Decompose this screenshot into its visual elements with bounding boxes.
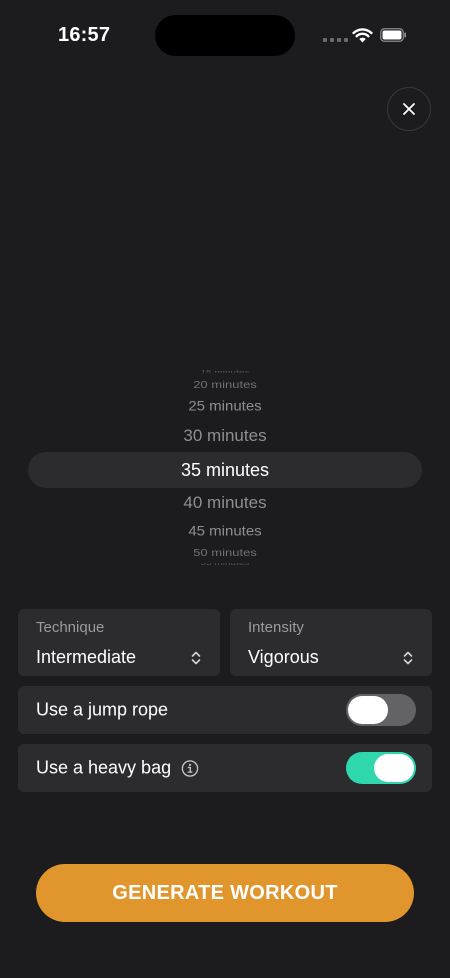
jump-rope-label-text: Use a jump rope	[36, 699, 169, 720]
wifi-icon	[352, 28, 373, 43]
info-icon[interactable]	[181, 759, 199, 777]
chevron-up-down-icon	[403, 651, 413, 665]
picker-option[interactable]: 15 minutes	[0, 369, 450, 373]
intensity-label: Intensity	[248, 619, 304, 636]
picker-option[interactable]: 45 minutes	[0, 524, 450, 541]
picker-option-selected[interactable]: 35 minutes	[0, 459, 450, 481]
status-time: 16:57	[58, 24, 111, 46]
picker-option[interactable]: 30 minutes	[0, 426, 450, 446]
heavy-bag-label: Use a heavy bag	[36, 758, 199, 779]
technique-value: Intermediate	[36, 647, 137, 667]
technique-select[interactable]: Technique Intermediate	[18, 609, 220, 676]
technique-label: Technique	[36, 619, 105, 636]
heavy-bag-row: Use a heavy bag	[18, 744, 432, 792]
jump-rope-label: Use a jump rope	[36, 700, 168, 721]
toggle-knob	[374, 754, 414, 782]
intensity-value: Vigorous	[248, 647, 319, 667]
generate-workout-button[interactable]: GENERATE WORKOUT	[36, 864, 414, 922]
picker-option[interactable]: 25 minutes	[0, 399, 450, 416]
intensity-select[interactable]: Intensity Vigorous	[230, 609, 432, 676]
battery-icon	[380, 28, 406, 42]
toggle-knob	[348, 696, 388, 724]
cellular-signal-icon	[323, 38, 348, 42]
jump-rope-row: Use a jump rope	[18, 686, 432, 734]
picker-option[interactable]: 55 minutes	[0, 563, 450, 567]
close-icon	[403, 103, 415, 115]
heavy-bag-label-text: Use a heavy bag	[36, 757, 172, 778]
jump-rope-toggle[interactable]	[346, 694, 416, 726]
picker-option[interactable]: 40 minutes	[0, 493, 450, 513]
picker-option[interactable]: 50 minutes	[0, 547, 450, 559]
status-bar: 16:57	[0, 0, 450, 70]
chevron-up-down-icon	[191, 651, 201, 665]
dynamic-island	[155, 15, 295, 56]
close-button[interactable]	[387, 87, 431, 131]
picker-option[interactable]: 20 minutes	[0, 379, 450, 391]
heavy-bag-toggle[interactable]	[346, 752, 416, 784]
